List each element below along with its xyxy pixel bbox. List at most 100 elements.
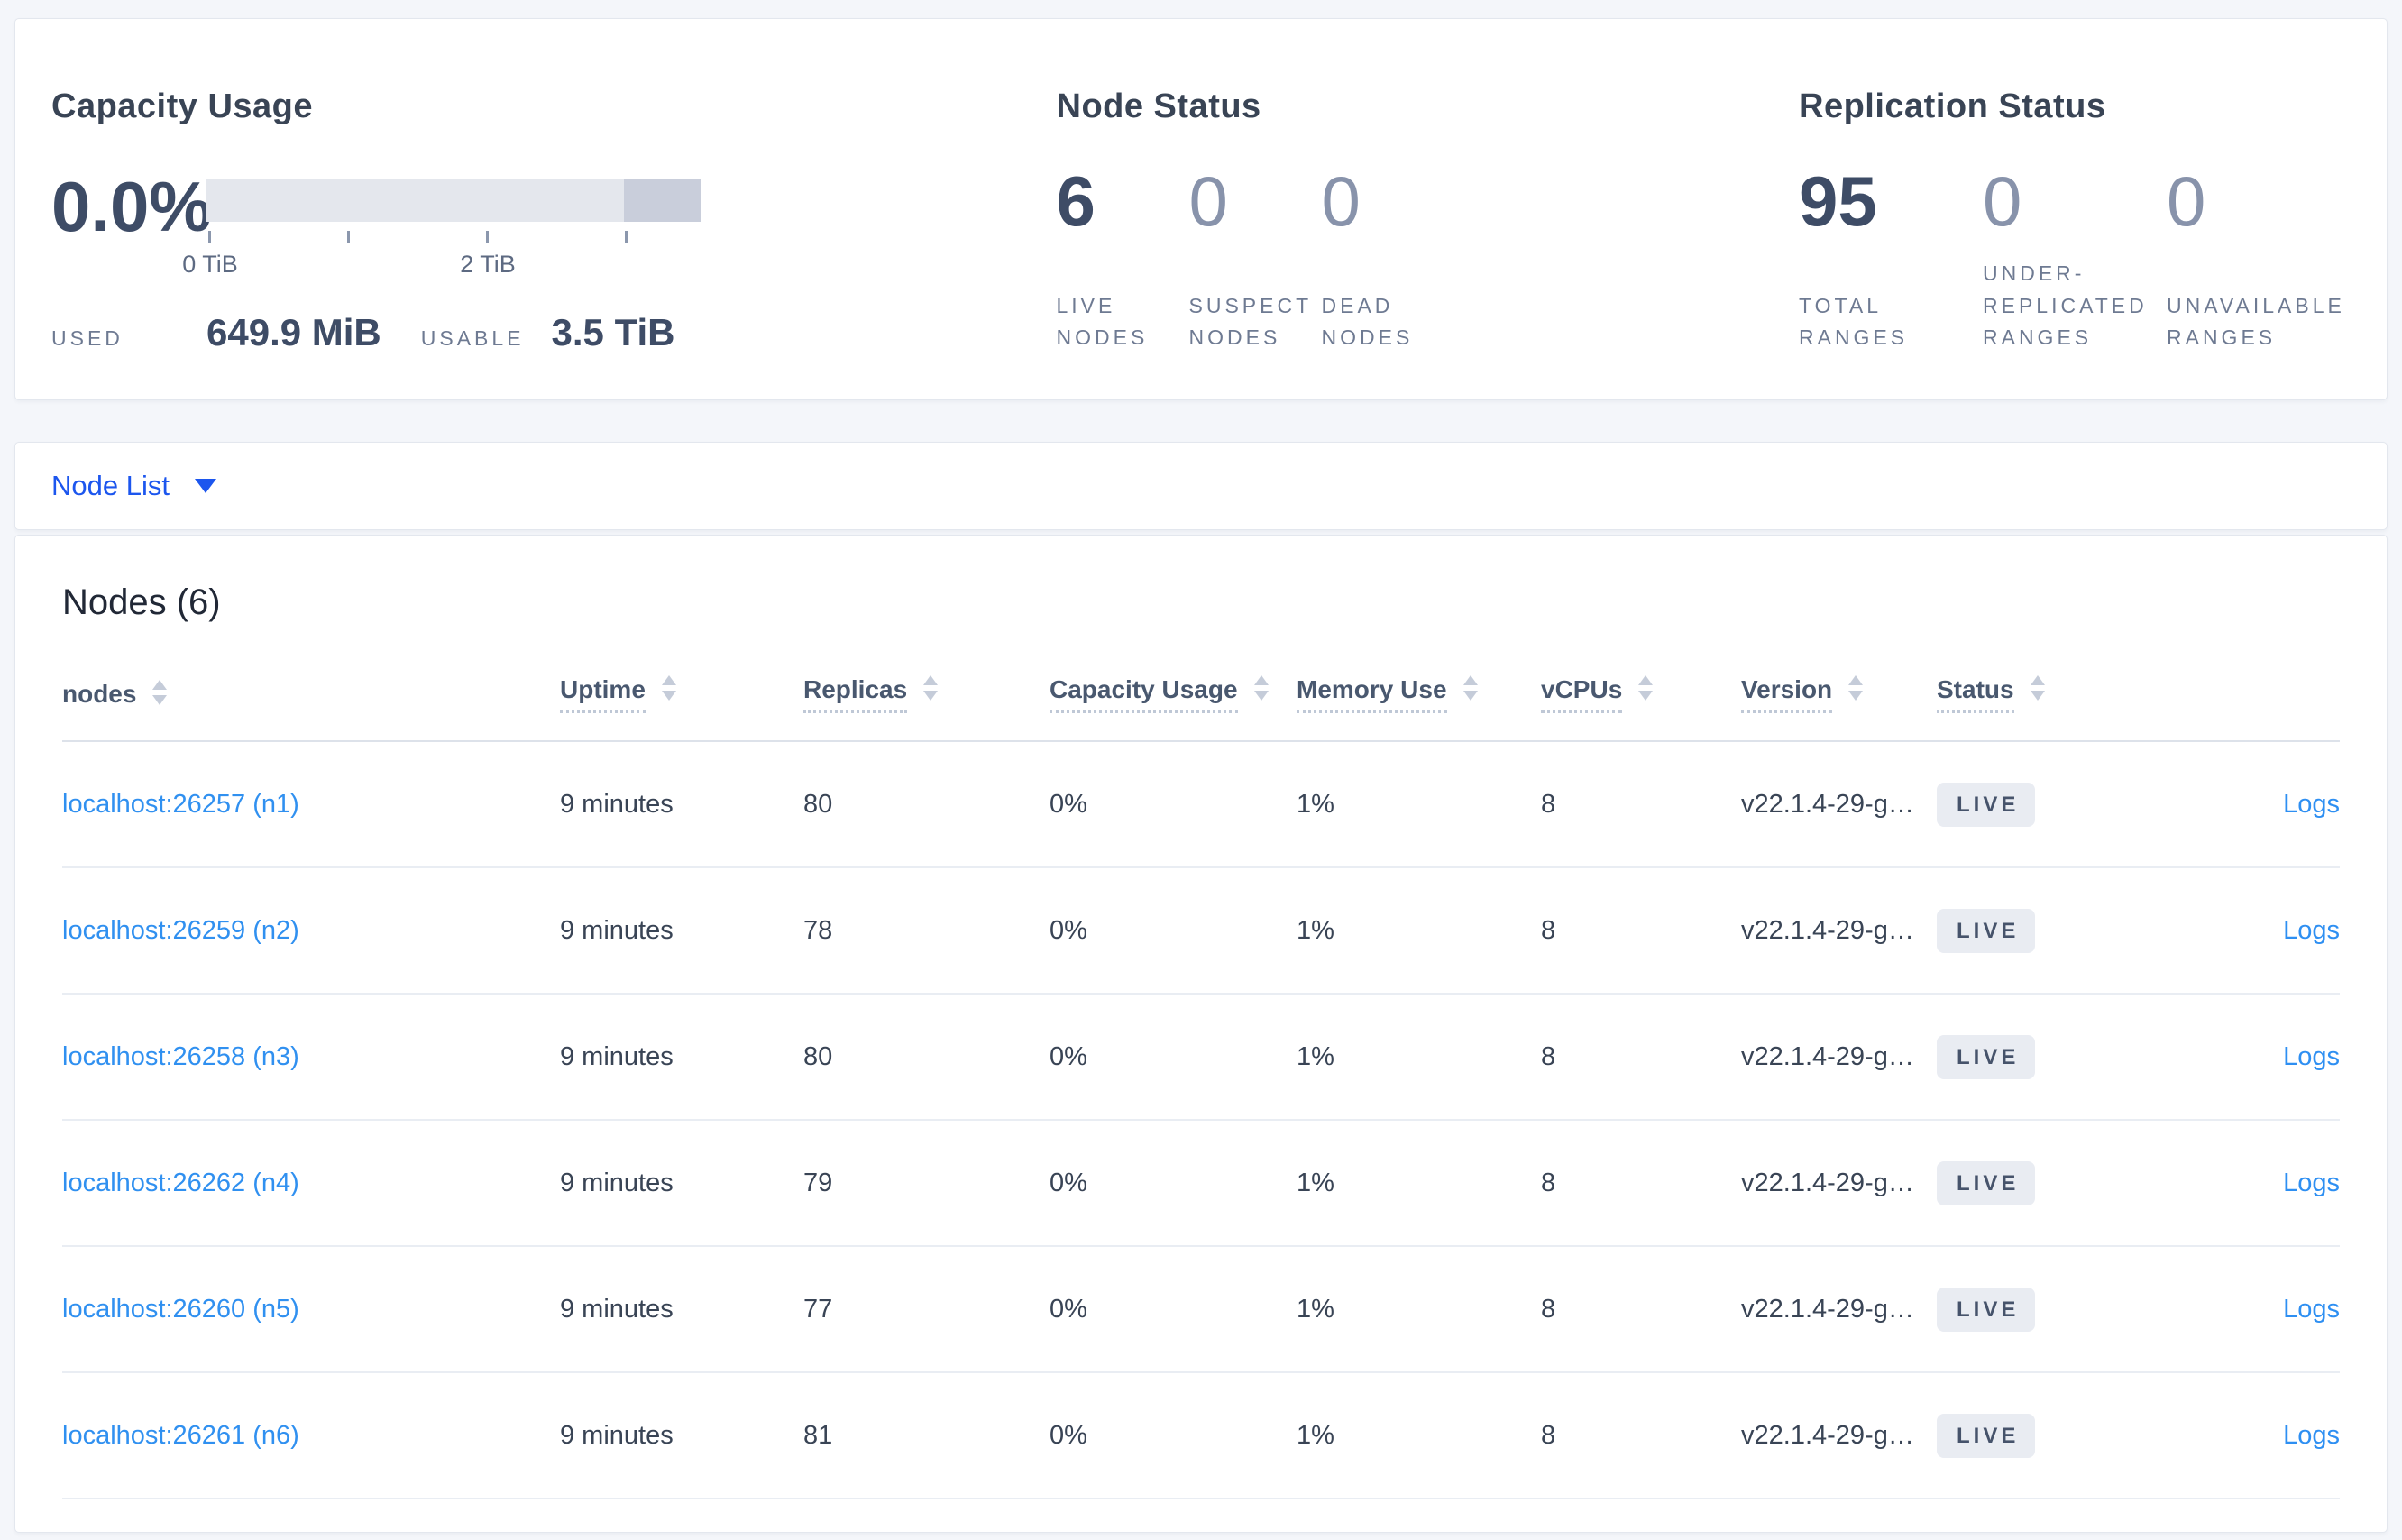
node-link[interactable]: localhost:26258 (n3) — [62, 1042, 299, 1071]
usable-value: 3.5 TiB — [551, 311, 675, 353]
version-cell: v22.1.4-29-g… — [1741, 994, 1937, 1121]
sort-icon — [1638, 675, 1654, 701]
node-link[interactable]: localhost:26259 (n2) — [62, 916, 299, 945]
axis-tick-label: 2 TiB — [460, 251, 516, 278]
node-status-section: Node Status 6 LIVE NODES 0 SUSPECT NODES… — [1057, 87, 1800, 354]
axis-tick-label: 0 TiB — [182, 251, 238, 278]
status-badge: LIVE — [1937, 908, 2036, 953]
table-row: localhost:26257 (n1) 9 minutes 80 0% 1% … — [62, 741, 2340, 868]
node-link[interactable]: localhost:26260 (n5) — [62, 1295, 299, 1324]
column-header-label: Capacity Usage — [1050, 675, 1238, 713]
under-replicated-ranges-label: UNDER-REPLICATED RANGES — [1983, 261, 2148, 350]
column-header-label: vCPUs — [1541, 675, 1623, 713]
sort-icon — [152, 680, 168, 705]
column-header-nodes[interactable]: nodes — [62, 663, 560, 742]
node-list-dropdown[interactable]: Node List — [51, 470, 216, 502]
dead-nodes-label: DEAD NODES — [1321, 293, 1414, 350]
capacity-cell: 0% — [1050, 994, 1297, 1121]
vcpus-cell: 8 — [1541, 994, 1741, 1121]
nodes-table-title: Nodes (6) — [62, 582, 221, 622]
sort-icon — [923, 675, 939, 701]
logs-link[interactable]: Logs — [2283, 1042, 2340, 1071]
vcpus-cell: 8 — [1541, 1120, 1741, 1247]
replicas-cell: 80 — [803, 994, 1050, 1121]
status-badge: LIVE — [1937, 1287, 2036, 1332]
node-link[interactable]: localhost:26262 (n4) — [62, 1169, 299, 1197]
under-replicated-ranges-stat: 0 UNDER-REPLICATED RANGES — [1983, 166, 2167, 354]
table-row: localhost:26262 (n4) 9 minutes 79 0% 1% … — [62, 1120, 2340, 1247]
uptime-cell: 9 minutes — [560, 1120, 803, 1247]
capacity-cell: 0% — [1050, 1120, 1297, 1247]
sort-icon — [1848, 675, 1864, 701]
replication-status-title: Replication Status — [1799, 87, 2106, 125]
logs-link[interactable]: Logs — [2283, 790, 2340, 819]
live-nodes-value: 6 — [1056, 161, 1096, 241]
unavailable-ranges-stat: 0 UNAVAILABLE RANGES — [2167, 166, 2351, 354]
logs-link[interactable]: Logs — [2283, 916, 2340, 945]
logs-link[interactable]: Logs — [2283, 1295, 2340, 1324]
capacity-axis-labels: 0 TiB 2 TiB — [182, 251, 701, 278]
vcpus-cell: 8 — [1541, 1372, 1741, 1499]
chevron-down-icon — [194, 479, 216, 493]
total-ranges-value: 95 — [1799, 161, 1877, 241]
live-nodes-stat: 6 LIVE NODES — [1057, 166, 1189, 354]
unavailable-ranges-label: UNAVAILABLE RANGES — [2167, 293, 2345, 350]
suspect-nodes-label: SUSPECT NODES — [1188, 293, 1312, 350]
axis-tick — [486, 231, 489, 243]
table-header-row: nodes Uptime Replicas Capacity Usage Mem… — [62, 663, 2340, 742]
version-cell: v22.1.4-29-g… — [1741, 1120, 1937, 1247]
node-link[interactable]: localhost:26261 (n6) — [62, 1421, 299, 1450]
capacity-bar-block: 0 TiB 2 TiB — [182, 179, 701, 278]
capacity-usage-section: Capacity Usage 0.0% 0 TiB 2 TiB USED 649… — [51, 87, 1057, 354]
column-header-label: Uptime — [560, 675, 646, 713]
version-cell: v22.1.4-29-g… — [1741, 1372, 1937, 1499]
table-row: localhost:26258 (n3) 9 minutes 80 0% 1% … — [62, 994, 2340, 1121]
capacity-bar-reserved-segment — [624, 179, 701, 222]
sort-icon — [2030, 675, 2045, 701]
column-header-uptime[interactable]: Uptime — [560, 663, 803, 742]
used-label: USED — [51, 326, 124, 350]
capacity-stats-row: USED 649.9 MiB USABLE 3.5 TiB — [51, 311, 1057, 354]
capacity-axis-ticks — [206, 231, 701, 243]
column-header-replicas[interactable]: Replicas — [803, 663, 1050, 742]
column-header-vcpus[interactable]: vCPUs — [1541, 663, 1741, 742]
uptime-cell: 9 minutes — [560, 1372, 803, 1499]
version-cell: v22.1.4-29-g… — [1741, 867, 1937, 995]
version-cell: v22.1.4-29-g… — [1741, 1246, 1937, 1373]
vcpus-cell: 8 — [1541, 741, 1741, 868]
node-link[interactable]: localhost:26257 (n1) — [62, 790, 299, 819]
vcpus-cell: 8 — [1541, 1246, 1741, 1373]
replicas-cell: 80 — [803, 741, 1050, 868]
capacity-cell: 0% — [1050, 867, 1297, 995]
replicas-cell: 81 — [803, 1372, 1050, 1499]
axis-tick — [347, 231, 350, 243]
column-header-label: nodes — [62, 680, 137, 708]
total-ranges-label: TOTAL RANGES — [1799, 293, 1909, 350]
axis-tick — [208, 231, 211, 243]
suspect-nodes-stat: 0 SUSPECT NODES — [1189, 166, 1322, 354]
column-header-status[interactable]: Status — [1937, 663, 2132, 742]
column-header-logs — [2132, 663, 2340, 742]
column-header-label: Replicas — [803, 675, 908, 713]
version-cell: v22.1.4-29-g… — [1741, 741, 1937, 868]
memory-cell: 1% — [1297, 741, 1541, 868]
column-header-memory-use[interactable]: Memory Use — [1297, 663, 1541, 742]
sort-icon — [1462, 675, 1478, 701]
column-header-capacity-usage[interactable]: Capacity Usage — [1050, 663, 1297, 742]
uptime-cell: 9 minutes — [560, 741, 803, 868]
memory-cell: 1% — [1297, 1246, 1541, 1373]
unavailable-ranges-value: 0 — [2167, 161, 2206, 241]
capacity-usage-title: Capacity Usage — [51, 87, 314, 125]
sort-icon — [1253, 675, 1269, 701]
column-header-label: Memory Use — [1297, 675, 1447, 713]
capacity-cell: 0% — [1050, 1372, 1297, 1499]
replication-stats: 95 TOTAL RANGES 0 UNDER-REPLICATED RANGE… — [1799, 166, 2351, 354]
memory-cell: 1% — [1297, 994, 1541, 1121]
capacity-cell: 0% — [1050, 1246, 1297, 1373]
logs-link[interactable]: Logs — [2283, 1169, 2340, 1197]
dead-nodes-stat: 0 DEAD NODES — [1322, 166, 1454, 354]
cluster-overview-page: Capacity Usage 0.0% 0 TiB 2 TiB USED 649… — [0, 0, 2402, 1533]
logs-link[interactable]: Logs — [2283, 1421, 2340, 1450]
column-header-version[interactable]: Version — [1741, 663, 1937, 742]
under-replicated-ranges-value: 0 — [1983, 161, 2022, 241]
